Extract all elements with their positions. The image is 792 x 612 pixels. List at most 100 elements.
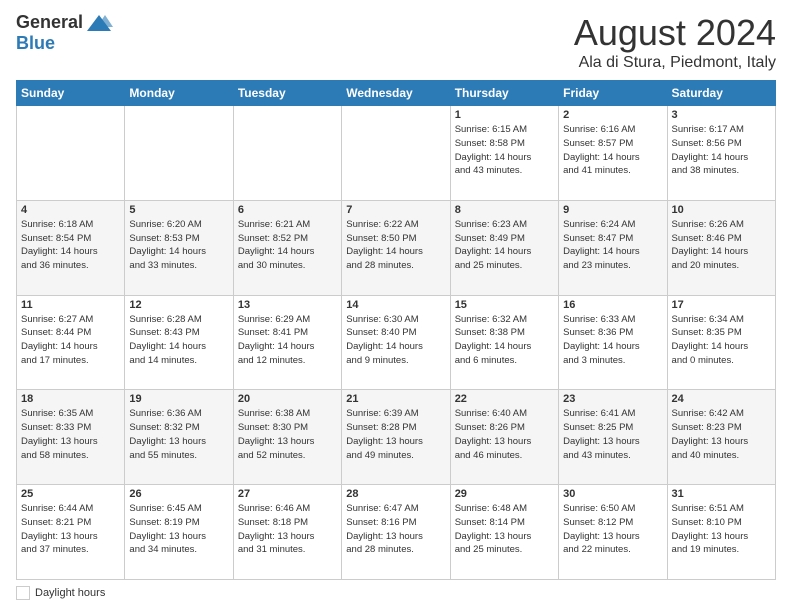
day-info: Sunrise: 6:29 AM Sunset: 8:41 PM Dayligh…: [238, 313, 337, 368]
day-info: Sunrise: 6:30 AM Sunset: 8:40 PM Dayligh…: [346, 313, 445, 368]
day-info: Sunrise: 6:41 AM Sunset: 8:25 PM Dayligh…: [563, 407, 662, 462]
calendar-cell: 7Sunrise: 6:22 AM Sunset: 8:50 PM Daylig…: [342, 200, 450, 295]
day-number: 25: [21, 488, 120, 500]
day-number: 11: [21, 299, 120, 311]
calendar-table: SundayMondayTuesdayWednesdayThursdayFrid…: [16, 80, 776, 580]
col-header-saturday: Saturday: [667, 81, 775, 106]
day-number: 7: [346, 204, 445, 216]
calendar-cell: 10 Sunrise: 6:26 AM Sunset: 8:46 PM Dayli…: [667, 200, 775, 295]
day-info: Sunrise: 6:21 AM Sunset: 8:52 PM Dayligh…: [238, 218, 337, 273]
day-number: 15: [455, 299, 554, 311]
day-number: 22: [455, 393, 554, 405]
calendar-cell: 19 Sunrise: 6:36 AM Sunset: 8:32 PM Dayli…: [125, 390, 233, 485]
logo-icon: [85, 13, 113, 33]
day-info: Sunrise: 6:47 AM Sunset: 8:16 PM Dayligh…: [346, 502, 445, 557]
day-number: 14: [346, 299, 445, 311]
day-info: Sunrise: 6:50 AM Sunset: 8:12 PM Dayligh…: [563, 502, 662, 557]
col-header-monday: Monday: [125, 81, 233, 106]
day-info: Sunrise: 6:15 AM Sunset: 8:58 PM Dayligh…: [455, 123, 554, 178]
calendar-cell: 21 Sunrise: 6:39 AM Sunset: 8:28 PM Dayli…: [342, 390, 450, 485]
day-info: Sunrise: 6:42 AM Sunset: 8:23 PM Dayligh…: [672, 407, 771, 462]
calendar-cell: 20 Sunrise: 6:38 AM Sunset: 8:30 PM Dayli…: [233, 390, 341, 485]
day-info: Sunrise: 6:36 AM Sunset: 8:32 PM Dayligh…: [129, 407, 228, 462]
day-number: 26: [129, 488, 228, 500]
legend-box: [16, 586, 30, 600]
calendar-cell: [233, 106, 341, 201]
day-number: 10: [672, 204, 771, 216]
week-row-2: 4 Sunrise: 6:18 AM Sunset: 8:54 PM Daylig…: [17, 200, 776, 295]
day-info: Sunrise: 6:35 AM Sunset: 8:33 PM Dayligh…: [21, 407, 120, 462]
legend: Daylight hours: [16, 586, 776, 600]
col-header-thursday: Thursday: [450, 81, 558, 106]
day-info: Sunrise: 6:20 AM Sunset: 8:53 PM Dayligh…: [129, 218, 228, 273]
calendar-cell: 31 Sunrise: 6:51 AM Sunset: 8:10 PM Dayli…: [667, 485, 775, 580]
calendar-cell: [125, 106, 233, 201]
logo-general: General: [16, 12, 83, 33]
day-info: Sunrise: 6:51 AM Sunset: 8:10 PM Dayligh…: [672, 502, 771, 557]
day-info: Sunrise: 6:45 AM Sunset: 8:19 PM Dayligh…: [129, 502, 228, 557]
col-header-sunday: Sunday: [17, 81, 125, 106]
day-number: 18: [21, 393, 120, 405]
day-number: 6: [238, 204, 337, 216]
logo: General Blue: [16, 12, 113, 54]
day-number: 30: [563, 488, 662, 500]
calendar-cell: [342, 106, 450, 201]
logo-text: General: [16, 12, 113, 33]
day-info: Sunrise: 6:16 AM Sunset: 8:57 PM Dayligh…: [563, 123, 662, 178]
calendar-cell: 17Sunrise: 6:34 AM Sunset: 8:35 PM Dayli…: [667, 295, 775, 390]
week-row-5: 25 Sunrise: 6:44 AM Sunset: 8:21 PM Dayli…: [17, 485, 776, 580]
calendar-cell: 12Sunrise: 6:28 AM Sunset: 8:43 PM Dayli…: [125, 295, 233, 390]
day-number: 21: [346, 393, 445, 405]
calendar-cell: 27Sunrise: 6:46 AM Sunset: 8:18 PM Dayli…: [233, 485, 341, 580]
calendar-cell: 29 Sunrise: 6:48 AM Sunset: 8:14 PM Dayli…: [450, 485, 558, 580]
day-info: Sunrise: 6:18 AM Sunset: 8:54 PM Dayligh…: [21, 218, 120, 273]
calendar-cell: 11Sunrise: 6:27 AM Sunset: 8:44 PM Dayli…: [17, 295, 125, 390]
day-info: Sunrise: 6:38 AM Sunset: 8:30 PM Dayligh…: [238, 407, 337, 462]
calendar-cell: 1Sunrise: 6:15 AM Sunset: 8:58 PM Daylig…: [450, 106, 558, 201]
day-info: Sunrise: 6:48 AM Sunset: 8:14 PM Dayligh…: [455, 502, 554, 557]
day-info: Sunrise: 6:39 AM Sunset: 8:28 PM Dayligh…: [346, 407, 445, 462]
day-number: 20: [238, 393, 337, 405]
day-number: 16: [563, 299, 662, 311]
page: General Blue August 2024 Ala di Stura, P…: [0, 0, 792, 612]
day-number: 3: [672, 109, 771, 121]
calendar-header: SundayMondayTuesdayWednesdayThursdayFrid…: [17, 81, 776, 106]
day-number: 28: [346, 488, 445, 500]
calendar-cell: 3Sunrise: 6:17 AM Sunset: 8:56 PM Daylig…: [667, 106, 775, 201]
day-info: Sunrise: 6:44 AM Sunset: 8:21 PM Dayligh…: [21, 502, 120, 557]
legend-label: Daylight hours: [35, 587, 105, 599]
week-row-3: 11Sunrise: 6:27 AM Sunset: 8:44 PM Dayli…: [17, 295, 776, 390]
calendar-cell: 8 Sunrise: 6:23 AM Sunset: 8:49 PM Daylig…: [450, 200, 558, 295]
calendar-cell: 6 Sunrise: 6:21 AM Sunset: 8:52 PM Daylig…: [233, 200, 341, 295]
day-number: 27: [238, 488, 337, 500]
logo-blue-text: Blue: [16, 33, 55, 54]
day-number: 24: [672, 393, 771, 405]
col-header-tuesday: Tuesday: [233, 81, 341, 106]
calendar-cell: 14 Sunrise: 6:30 AM Sunset: 8:40 PM Dayli…: [342, 295, 450, 390]
day-number: 29: [455, 488, 554, 500]
day-info: Sunrise: 6:26 AM Sunset: 8:46 PM Dayligh…: [672, 218, 771, 273]
col-header-wednesday: Wednesday: [342, 81, 450, 106]
calendar-body: 1Sunrise: 6:15 AM Sunset: 8:58 PM Daylig…: [17, 106, 776, 580]
day-number: 17: [672, 299, 771, 311]
day-number: 2: [563, 109, 662, 121]
calendar-cell: 23Sunrise: 6:41 AM Sunset: 8:25 PM Dayli…: [559, 390, 667, 485]
day-number: 13: [238, 299, 337, 311]
calendar-cell: 25 Sunrise: 6:44 AM Sunset: 8:21 PM Dayli…: [17, 485, 125, 580]
col-header-friday: Friday: [559, 81, 667, 106]
month-title: August 2024: [574, 12, 776, 54]
location-title: Ala di Stura, Piedmont, Italy: [574, 54, 776, 72]
day-number: 5: [129, 204, 228, 216]
day-number: 12: [129, 299, 228, 311]
day-info: Sunrise: 6:23 AM Sunset: 8:49 PM Dayligh…: [455, 218, 554, 273]
day-info: Sunrise: 6:32 AM Sunset: 8:38 PM Dayligh…: [455, 313, 554, 368]
title-block: August 2024 Ala di Stura, Piedmont, Ital…: [574, 12, 776, 72]
calendar-cell: 13 Sunrise: 6:29 AM Sunset: 8:41 PM Dayli…: [233, 295, 341, 390]
calendar-cell: 30 Sunrise: 6:50 AM Sunset: 8:12 PM Dayli…: [559, 485, 667, 580]
day-number: 31: [672, 488, 771, 500]
day-info: Sunrise: 6:40 AM Sunset: 8:26 PM Dayligh…: [455, 407, 554, 462]
calendar-cell: 22 Sunrise: 6:40 AM Sunset: 8:26 PM Dayli…: [450, 390, 558, 485]
day-number: 4: [21, 204, 120, 216]
day-number: 19: [129, 393, 228, 405]
day-number: 8: [455, 204, 554, 216]
